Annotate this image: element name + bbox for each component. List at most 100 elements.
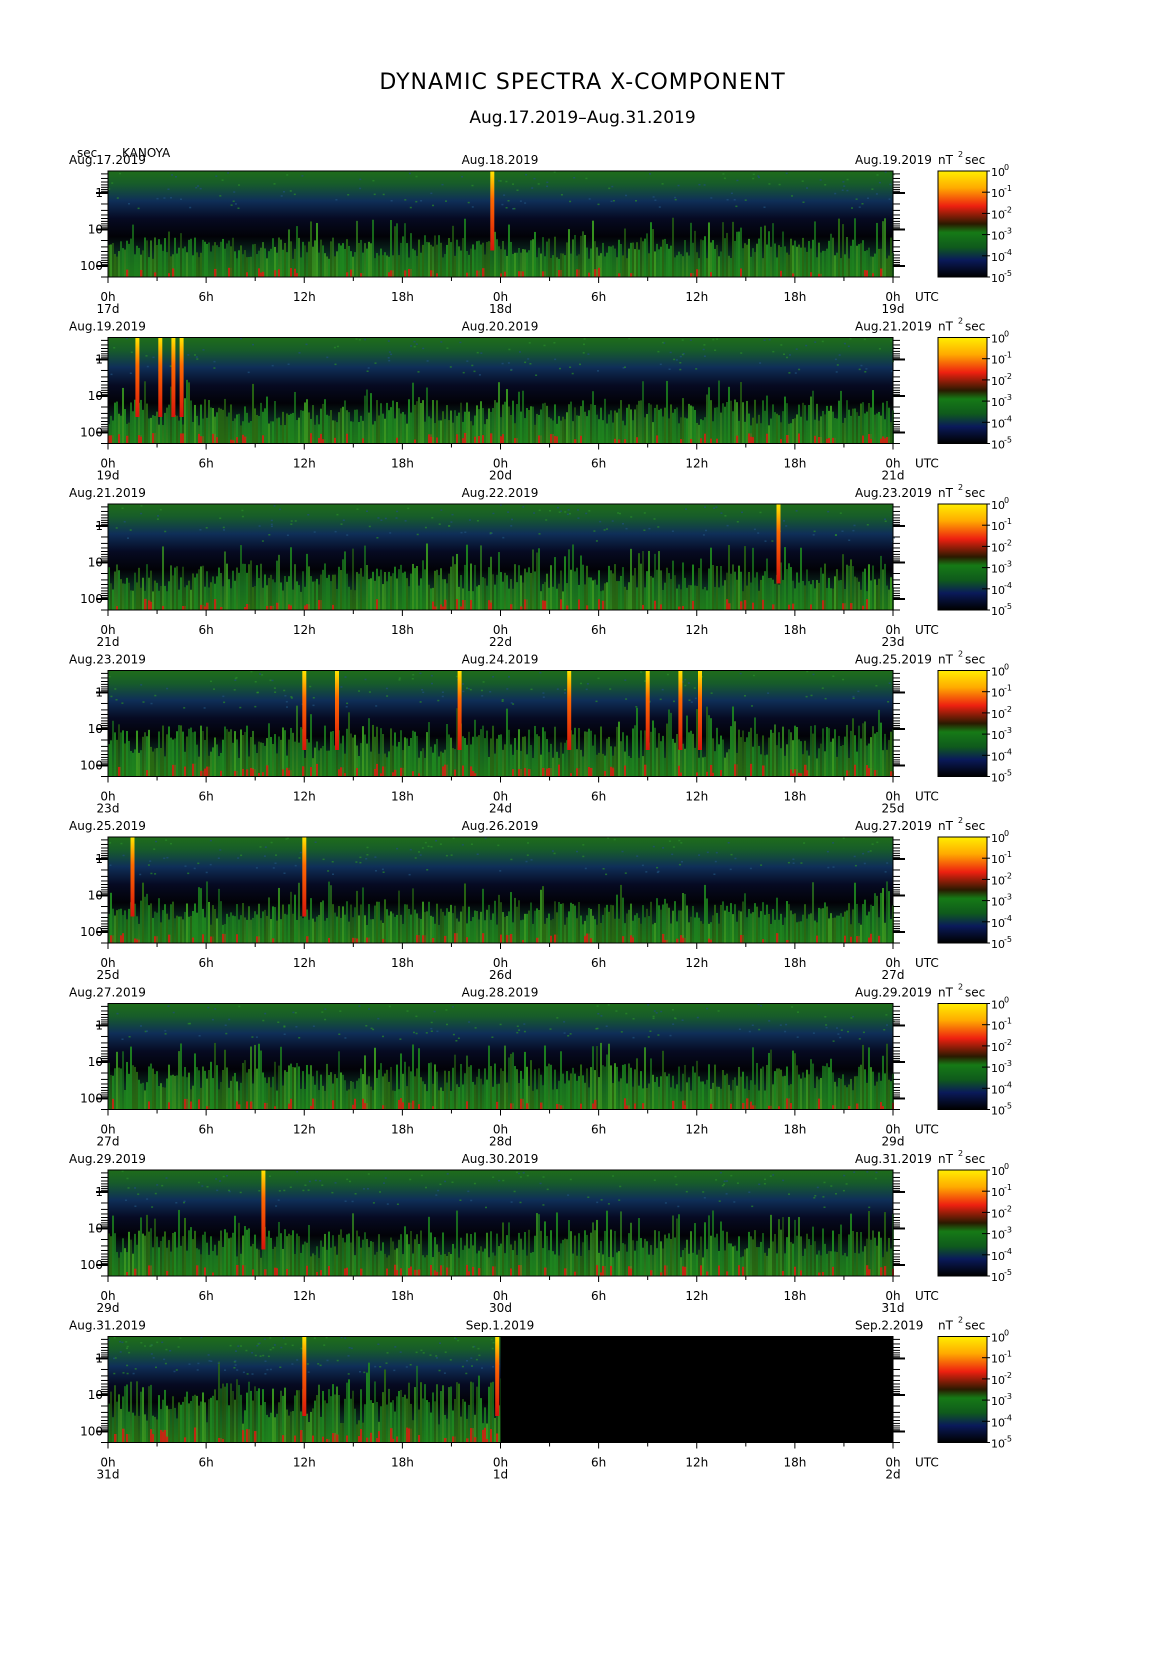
x-tick-label: 18h bbox=[783, 956, 806, 970]
colorbar-tick-exp: -3 bbox=[1004, 227, 1012, 236]
x-tick-label: 12h bbox=[293, 623, 316, 637]
colorbar-unit-exp: 2 bbox=[958, 1316, 963, 1325]
event-burst bbox=[335, 670, 339, 750]
panel-right-date: Aug.21.2019 bbox=[855, 320, 932, 334]
spectrum-panel: Aug.25.2019 Aug.26.2019 Aug.27.2019 nT 2 sec 1… bbox=[69, 816, 1012, 982]
colorbar-tick-label: 10 bbox=[991, 1250, 1005, 1263]
colorbar-tick-label: 10 bbox=[991, 541, 1005, 554]
x-tick-label: 18h bbox=[391, 1289, 414, 1303]
x-tick-label: 18h bbox=[391, 1456, 414, 1470]
colorbar-tick-label: 10 bbox=[991, 1165, 1005, 1178]
x-tick-label: 6h bbox=[199, 623, 214, 637]
colorbar-tick-label: 10 bbox=[991, 584, 1005, 597]
day-label: 19d bbox=[97, 469, 120, 483]
panel-left-date: Aug.21.2019 bbox=[69, 486, 146, 500]
spectrum-panel: Aug.19.2019 Aug.20.2019 Aug.21.2019 nT 2 sec 1… bbox=[69, 317, 1012, 483]
colorbar-tick-exp: -5 bbox=[1004, 1268, 1012, 1277]
event-burst bbox=[698, 670, 702, 750]
x-tick-label: 12h bbox=[685, 623, 708, 637]
colorbar-tick-label: 10 bbox=[991, 832, 1005, 845]
colorbar-tick-exp: -5 bbox=[1004, 602, 1012, 611]
panel-left-date: Aug.23.2019 bbox=[69, 653, 146, 667]
colorbar-tick-label: 10 bbox=[991, 1083, 1005, 1096]
colorbar-tick-label: 10 bbox=[991, 439, 1005, 452]
colorbar-tick-exp: -4 bbox=[1004, 1080, 1012, 1089]
colorbar-tick-exp: -5 bbox=[1004, 1435, 1012, 1444]
event-burst bbox=[158, 337, 163, 417]
day-label: 17d bbox=[97, 302, 120, 316]
colorbar-tick-exp: -3 bbox=[1004, 1392, 1012, 1401]
colorbar-tick-label: 10 bbox=[991, 1438, 1005, 1451]
colorbar bbox=[937, 1003, 988, 1110]
x-tick-label: 6h bbox=[199, 1123, 214, 1137]
x-tick-label: 12h bbox=[685, 290, 708, 304]
colorbar-tick-label: 10 bbox=[991, 1395, 1005, 1408]
colorbar-tick-label: 10 bbox=[991, 1374, 1005, 1387]
colorbar-tick-label: 10 bbox=[991, 708, 1005, 721]
x-tick-label: 6h bbox=[199, 790, 214, 804]
x-tick-label: 12h bbox=[685, 1289, 708, 1303]
event-burst bbox=[179, 337, 184, 417]
event-burst bbox=[302, 670, 307, 750]
x-tick-label: 12h bbox=[293, 790, 316, 804]
colorbar-tick-label: 10 bbox=[991, 499, 1005, 512]
colorbar-tick-exp: -1 bbox=[1004, 684, 1012, 693]
x-tick-label: 6h bbox=[199, 1289, 214, 1303]
colorbar-tick-exp: -1 bbox=[1004, 184, 1012, 193]
day-label: 23d bbox=[882, 635, 905, 649]
x-tick-label: 18h bbox=[391, 1123, 414, 1137]
colorbar-tick-label: 10 bbox=[991, 772, 1005, 785]
day-label: 31d bbox=[882, 1301, 905, 1315]
colorbar-tick-label: 10 bbox=[991, 208, 1005, 221]
colorbar-unit-suffix: sec bbox=[965, 320, 985, 334]
colorbar-tick-label: 10 bbox=[991, 1186, 1005, 1199]
x-tick-label: 6h bbox=[199, 956, 214, 970]
x-tick-label: 12h bbox=[685, 1123, 708, 1137]
panel-right-date: Aug.27.2019 bbox=[855, 819, 932, 833]
day-label: 2d bbox=[885, 1468, 900, 1482]
x-tick-label: 12h bbox=[293, 1289, 316, 1303]
colorbar-tick-label: 10 bbox=[991, 729, 1005, 742]
colorbar-unit-suffix: sec bbox=[965, 486, 985, 500]
x-tick-label: 6h bbox=[591, 1123, 606, 1137]
x-tick-label: 18h bbox=[783, 457, 806, 471]
colorbar-unit-exp: 2 bbox=[958, 150, 963, 159]
colorbar-tick-label: 10 bbox=[991, 687, 1005, 700]
colorbar-tick-label: 10 bbox=[991, 853, 1005, 866]
x-tick-label: 12h bbox=[685, 1456, 708, 1470]
colorbar-tick-label: 10 bbox=[991, 666, 1005, 679]
colorbar-tick-label: 10 bbox=[991, 187, 1005, 200]
colorbar-tick-exp: -3 bbox=[1004, 393, 1012, 402]
day-label: 29d bbox=[97, 1301, 120, 1315]
event-burst bbox=[261, 1170, 266, 1250]
day-label: 27d bbox=[882, 968, 905, 982]
no-data-region bbox=[500, 1336, 893, 1443]
x-tick-label: 6h bbox=[591, 290, 606, 304]
colorbar-tick-exp: -1 bbox=[1004, 850, 1012, 859]
colorbar-tick-label: 10 bbox=[991, 1332, 1005, 1345]
day-label: 23d bbox=[97, 802, 120, 816]
colorbar-tick-exp: -4 bbox=[1004, 248, 1012, 257]
x-tick-label: 6h bbox=[591, 790, 606, 804]
day-label: 27d bbox=[97, 1135, 120, 1149]
x-axis-label: UTC bbox=[915, 1456, 939, 1470]
colorbar-tick-label: 10 bbox=[991, 1207, 1005, 1220]
panel-right-date: Aug.25.2019 bbox=[855, 653, 932, 667]
x-tick-label: 6h bbox=[591, 1456, 606, 1470]
colorbar-tick-label: 10 bbox=[991, 750, 1005, 763]
colorbar-tick-exp: 0 bbox=[1004, 663, 1009, 672]
colorbar-tick-exp: -3 bbox=[1004, 1226, 1012, 1235]
colorbar-unit-exp: 2 bbox=[958, 650, 963, 659]
colorbar-tick-exp: -5 bbox=[1004, 436, 1012, 445]
colorbar-tick-exp: 0 bbox=[1004, 829, 1009, 838]
x-tick-label: 6h bbox=[591, 1289, 606, 1303]
colorbar-unit: nT bbox=[938, 819, 954, 833]
x-tick-label: 18h bbox=[783, 1289, 806, 1303]
x-tick-label: 12h bbox=[293, 1456, 316, 1470]
colorbar-tick-label: 10 bbox=[991, 375, 1005, 388]
event-burst bbox=[457, 670, 462, 750]
colorbar-tick-exp: -1 bbox=[1004, 1350, 1012, 1359]
x-tick-label: 6h bbox=[199, 1456, 214, 1470]
day-label: 29d bbox=[882, 1135, 905, 1149]
panel-mid-date: Aug.18.2019 bbox=[462, 153, 539, 167]
